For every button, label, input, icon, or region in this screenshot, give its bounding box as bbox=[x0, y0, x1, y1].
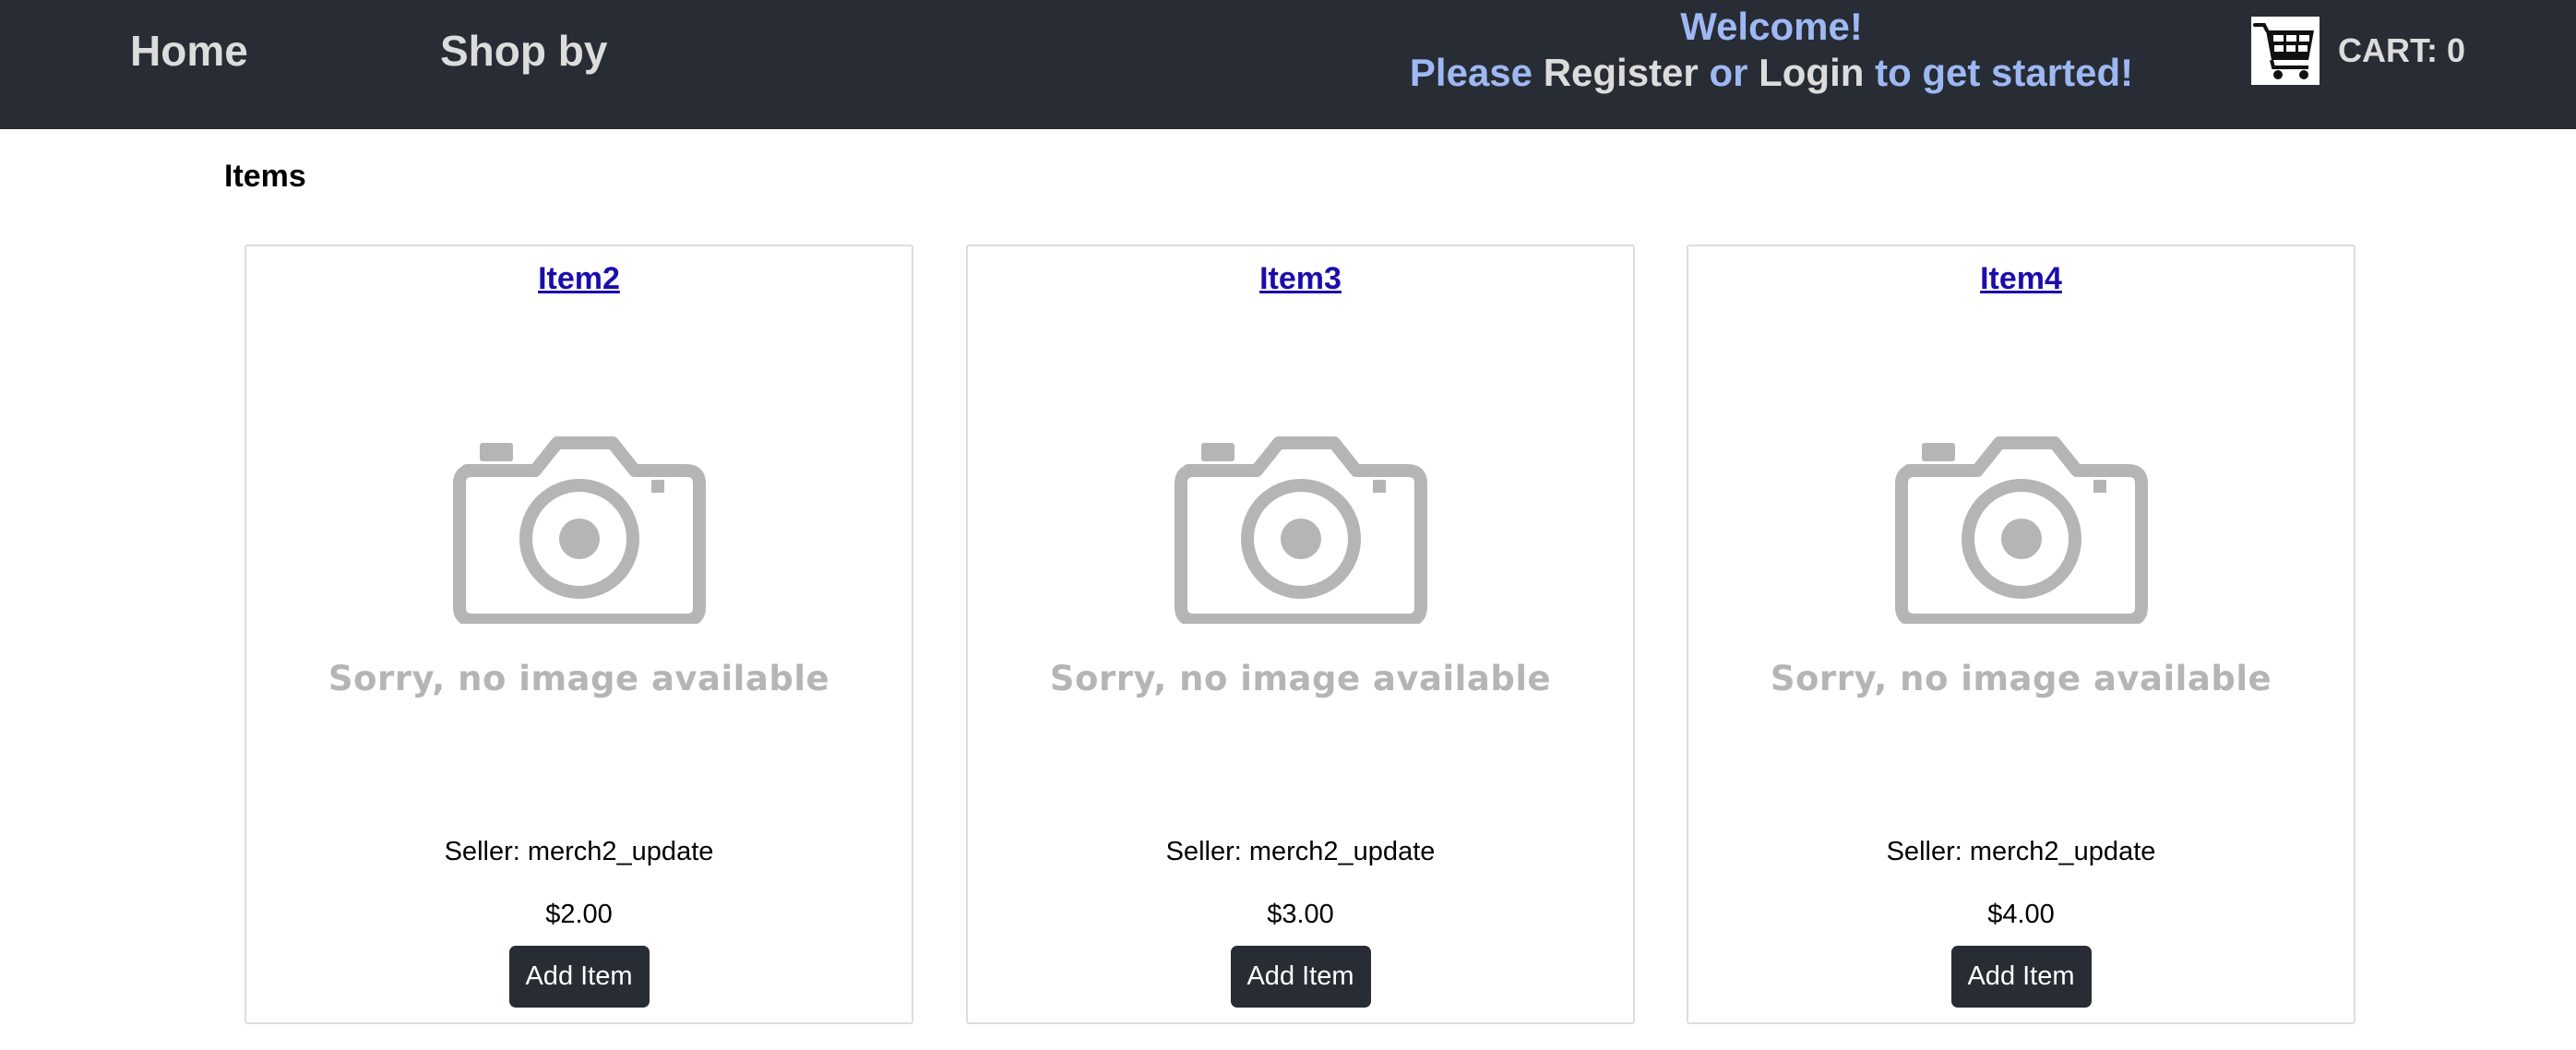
welcome-or: or bbox=[1709, 51, 1748, 94]
nav-home-link[interactable]: Home bbox=[130, 26, 248, 76]
cart-button[interactable]: CART: 0 bbox=[2251, 17, 2465, 85]
add-item-button[interactable]: Add Item bbox=[508, 946, 650, 1008]
camera-icon bbox=[452, 436, 706, 624]
camera-icon bbox=[1174, 436, 1427, 624]
item-seller: Seller: merch2_update bbox=[444, 837, 714, 866]
top-navbar: Home Shop by Welcome! Please Register or… bbox=[0, 0, 2576, 129]
no-image-text: Sorry, no image available bbox=[1049, 659, 1552, 698]
cart-count-label[interactable]: CART: 0 bbox=[2338, 31, 2465, 70]
welcome-suffix: to get started! bbox=[1875, 51, 2134, 94]
item-title-link[interactable]: Item2 bbox=[246, 261, 912, 297]
item-title-text[interactable]: Item2 bbox=[538, 261, 620, 296]
welcome-title: Welcome! bbox=[1680, 5, 1863, 48]
item-card: Item3 Sorry, no image available Seller: … bbox=[966, 245, 1635, 1024]
add-item-button[interactable]: Add Item bbox=[1950, 946, 2092, 1008]
no-image-placeholder: Sorry, no image available bbox=[968, 426, 1633, 722]
item-card: Item2 Sorry, no image available Seller: … bbox=[244, 245, 913, 1024]
register-link[interactable]: Register bbox=[1544, 51, 1699, 94]
page-title: Items bbox=[224, 159, 306, 194]
item-price: $4.00 bbox=[1987, 900, 2055, 929]
nav-shop-by-link[interactable]: Shop by bbox=[440, 26, 607, 76]
no-image-text: Sorry, no image available bbox=[1770, 659, 2272, 698]
no-image-placeholder: Sorry, no image available bbox=[1688, 426, 2354, 722]
item-title-text[interactable]: Item4 bbox=[1980, 261, 2062, 296]
item-seller: Seller: merch2_update bbox=[1886, 837, 2156, 866]
shopping-cart-icon[interactable] bbox=[2251, 17, 2320, 85]
item-card: Item4 Sorry, no image available Seller: … bbox=[1687, 245, 2355, 1024]
no-image-placeholder: Sorry, no image available bbox=[246, 426, 912, 722]
item-title-link[interactable]: Item3 bbox=[968, 261, 1633, 297]
item-price: $3.00 bbox=[1267, 900, 1334, 929]
login-link[interactable]: Login bbox=[1759, 51, 1864, 94]
item-title-text[interactable]: Item3 bbox=[1259, 261, 1342, 296]
item-price: $2.00 bbox=[545, 900, 613, 929]
no-image-text: Sorry, no image available bbox=[328, 659, 830, 698]
item-seller: Seller: merch2_update bbox=[1165, 837, 1436, 866]
add-item-button[interactable]: Add Item bbox=[1230, 946, 1371, 1008]
item-title-link[interactable]: Item4 bbox=[1688, 261, 2354, 297]
camera-icon bbox=[1894, 436, 2148, 624]
welcome-message: Welcome! Please Register or Login to get… bbox=[1310, 4, 2233, 96]
welcome-prompt: Please Register or Login to get started! bbox=[1310, 50, 2233, 96]
welcome-please: Please bbox=[1409, 51, 1533, 94]
